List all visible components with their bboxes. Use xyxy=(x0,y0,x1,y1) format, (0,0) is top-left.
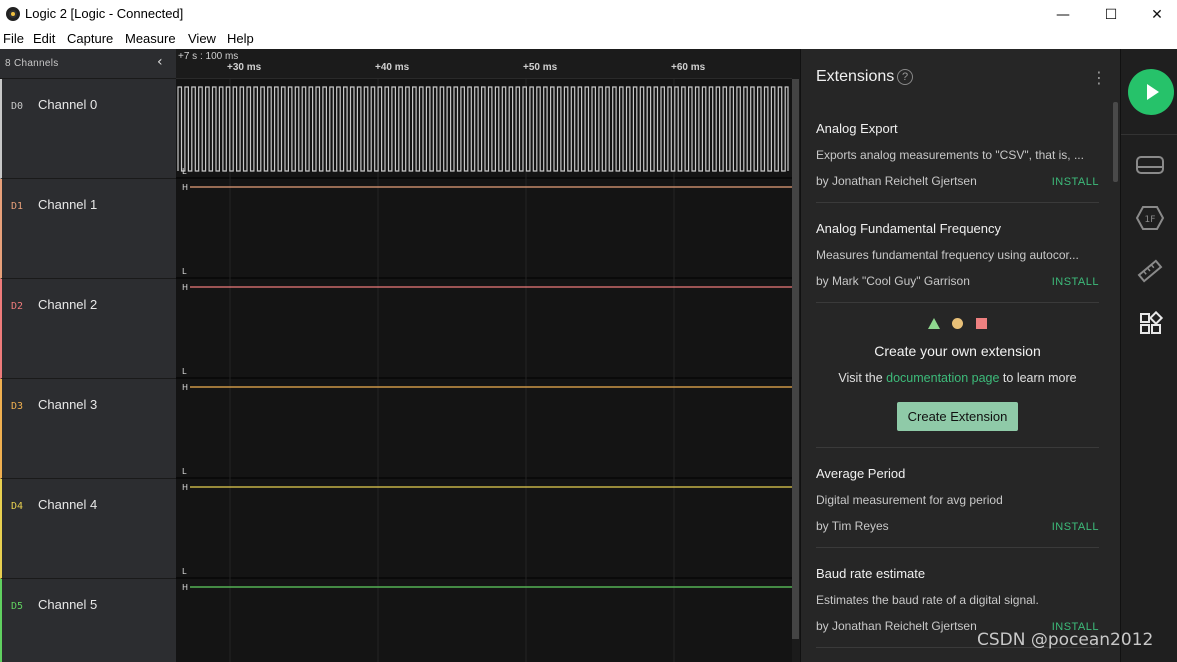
channel-row-2[interactable]: D2 Channel 2 xyxy=(0,279,176,379)
extension-name: Average Period xyxy=(816,466,906,481)
channel-name: Channel 0 xyxy=(38,97,98,112)
menu-capture[interactable]: Capture xyxy=(67,31,113,46)
circle-icon xyxy=(952,318,963,329)
extension-author: by Mark "Cool Guy" Garrison xyxy=(816,274,970,288)
create-extension-button[interactable]: Create Extension xyxy=(897,402,1018,431)
square-icon xyxy=(976,318,987,329)
high-level-label: H xyxy=(182,283,188,292)
menu-measure[interactable]: Measure xyxy=(125,31,176,46)
channel-id: D2 xyxy=(11,301,24,312)
extensions-title: Extensions xyxy=(816,68,895,85)
toolbar-divider xyxy=(1121,134,1177,135)
device-icon[interactable] xyxy=(1135,152,1165,178)
hint-after: to learn more xyxy=(1002,371,1077,385)
low-level-label: L xyxy=(182,167,187,176)
high-level-label: H xyxy=(182,483,188,492)
extensions-icon[interactable] xyxy=(1135,311,1165,337)
extension-name: Analog Fundamental Frequency xyxy=(816,221,1002,236)
extensions-panel: Extensions ? ⋮ Analog Export Exports ana… xyxy=(800,49,1120,662)
create-extension-hint: Visit the documentation page to learn mo… xyxy=(816,371,1099,385)
extension-author: by Tim Reyes xyxy=(816,519,889,533)
time-offset-label: +7 s : 100 ms xyxy=(178,51,239,62)
documentation-link[interactable]: documentation page xyxy=(886,371,999,385)
measure-ruler-icon[interactable] xyxy=(1135,258,1165,284)
channel-name: Channel 3 xyxy=(38,397,98,412)
more-options-icon[interactable]: ⋮ xyxy=(1091,68,1107,87)
extension-item[interactable]: Average Period Digital measurement for a… xyxy=(816,448,1099,548)
high-level-label: H xyxy=(182,583,188,592)
channel-id: D5 xyxy=(11,601,24,612)
high-level-label: H xyxy=(182,383,188,392)
clock-trace xyxy=(177,86,789,172)
ruler-tick-label: +40 ms xyxy=(375,62,410,73)
install-button[interactable]: INSTALL xyxy=(1052,276,1099,288)
channel-name: Channel 2 xyxy=(38,297,98,312)
collapse-chevron-icon[interactable]: ‹ xyxy=(157,54,163,70)
channel-row-3[interactable]: D3 Channel 3 xyxy=(0,379,176,479)
window-title: Logic 2 [Logic - Connected] xyxy=(25,6,184,21)
analyzer-1f-icon[interactable]: 1F xyxy=(1135,205,1165,231)
ruler-tick-label: +60 ms xyxy=(671,62,706,73)
high-level-label: H xyxy=(182,183,188,192)
time-ruler[interactable]: +7 s : 100 ms +30 ms +40 ms +50 ms +60 m… xyxy=(176,49,792,79)
create-extension-title: Create your own extension xyxy=(874,343,1041,359)
extension-item[interactable]: Analog Export Exports analog measurement… xyxy=(816,103,1099,203)
extension-item[interactable]: Analog Fundamental Frequency Measures fu… xyxy=(816,203,1099,303)
channel-count-label: 8 Channels xyxy=(5,58,59,69)
close-button[interactable]: ✕ xyxy=(1134,0,1177,29)
scrollbar-thumb[interactable] xyxy=(792,79,799,639)
menu-help[interactable]: Help xyxy=(227,31,254,46)
title-bar: Logic 2 [Logic - Connected] — ☐ ✕ xyxy=(0,0,1177,29)
help-icon[interactable]: ? xyxy=(897,69,913,85)
channel-name: Channel 1 xyxy=(38,197,98,212)
menu-edit[interactable]: Edit xyxy=(33,31,55,46)
low-level-label: L xyxy=(182,567,187,576)
logic-app-icon xyxy=(6,7,20,21)
install-button[interactable]: INSTALL xyxy=(1052,521,1099,533)
svg-text:1F: 1F xyxy=(1145,215,1156,225)
low-level-label: L xyxy=(182,267,187,276)
channels-header: 8 Channels ‹ xyxy=(0,49,176,79)
channel-row-4[interactable]: D4 Channel 4 xyxy=(0,479,176,579)
menu-view[interactable]: View xyxy=(188,31,216,46)
triangle-icon xyxy=(928,318,940,329)
channel-id: D0 xyxy=(11,101,24,112)
extension-name: Analog Export xyxy=(816,121,898,136)
low-level-label: L xyxy=(182,467,187,476)
start-capture-button[interactable] xyxy=(1128,69,1174,115)
extension-description: Estimates the baud rate of a digital sig… xyxy=(816,593,1039,607)
channel-row-1[interactable]: D1 Channel 1 xyxy=(0,179,176,279)
extension-shapes-graphic xyxy=(816,318,1099,332)
ruler-tick-label: +50 ms xyxy=(523,62,558,73)
channel-name: Channel 4 xyxy=(38,497,98,512)
minimize-button[interactable]: — xyxy=(1040,0,1086,29)
maximize-button[interactable]: ☐ xyxy=(1088,0,1134,29)
extension-description: Exports analog measurements to "CSV", th… xyxy=(816,148,1084,162)
watermark-text: CSDN @pocean2012 xyxy=(977,630,1154,650)
channel-name: Channel 5 xyxy=(38,597,98,612)
hint-before: Visit the xyxy=(838,371,883,385)
waveform-traces: LHLHLHLHLHL xyxy=(176,79,792,662)
extensions-scrollbar[interactable] xyxy=(1113,102,1118,182)
low-level-label: L xyxy=(182,367,187,376)
extension-author: by Jonathan Reichelt Gjertsen xyxy=(816,174,977,188)
channel-id: D3 xyxy=(11,401,24,412)
menu-file[interactable]: File xyxy=(3,31,24,46)
install-button[interactable]: INSTALL xyxy=(1052,176,1099,188)
channel-row-5[interactable]: D5 Channel 5 xyxy=(0,579,176,662)
extension-description: Digital measurement for avg period xyxy=(816,493,1003,507)
app-window: Logic 2 [Logic - Connected] — ☐ ✕ File E… xyxy=(0,0,1177,662)
channel-id: D4 xyxy=(11,501,24,512)
menu-bar: File Edit Capture Measure View Help xyxy=(0,29,1177,49)
waveform-scrollbar[interactable] xyxy=(792,49,800,662)
create-extension-card: Create your own extension Visit the docu… xyxy=(816,303,1099,448)
extension-description: Measures fundamental frequency using aut… xyxy=(816,248,1079,262)
extension-author: by Jonathan Reichelt Gjertsen xyxy=(816,619,977,633)
right-toolbar: 1F xyxy=(1120,49,1177,662)
waveform-view[interactable]: +7 s : 100 ms +30 ms +40 ms +50 ms +60 m… xyxy=(176,49,792,662)
channel-row-0[interactable]: D0 Channel 0 xyxy=(0,79,176,179)
extension-name: Baud rate estimate xyxy=(816,566,926,581)
channel-id: D1 xyxy=(11,201,24,212)
ruler-tick-label: +30 ms xyxy=(227,62,262,73)
